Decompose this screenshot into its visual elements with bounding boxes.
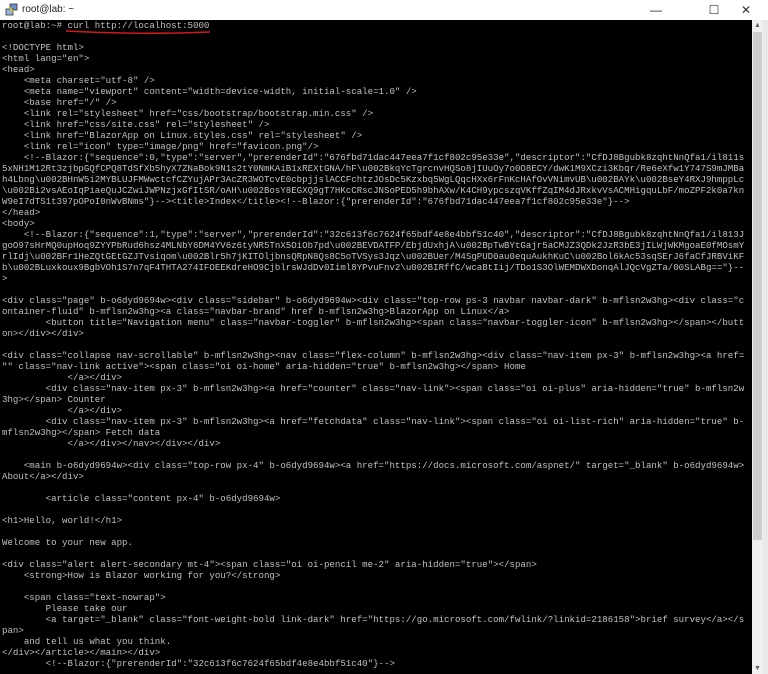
terminal-line: <main b-o6dyd9694w><div class="top-row p… [2, 460, 745, 471]
terminal-line: <link rel="stylesheet" href="css/bootstr… [2, 108, 374, 119]
terminal-line: <div class="page" b-o6dyd9694w><div clas… [2, 295, 745, 306]
terminal-line: goO97sHrMQ0upHoq9ZYYPbRud6hsz4MLNbY6DM4Y… [2, 240, 745, 251]
terminal-line: 3hg></span> Counter [2, 394, 106, 405]
terminal-output[interactable]: root@lab:~# curl http://localhost:5000 <!… [0, 20, 752, 674]
command-prompt-line: root@lab:~# curl http://localhost:5000 [2, 20, 210, 31]
terminal-line: <strong>How is Blazor working for you?</… [2, 570, 281, 581]
terminal-line: b\u002BLuxkoux9BgbVOh1S7n7qF4THTA274IFOE… [2, 262, 745, 273]
terminal-line: 5xNH1M12Rt3zjbpGQfCPQ8TdSfXb5hyX7ZNaBok9… [2, 163, 745, 174]
terminal-line: </a></div> [2, 372, 123, 383]
putty-icon [5, 3, 18, 16]
terminal-line: <link rel="icon" type="image/png" href="… [2, 141, 319, 152]
terminal-line: <html lang="en"> [2, 53, 90, 64]
terminal-line: h4Lbng\u002BHnW5i2MYBLUJFMWwctcfCZYujAPr… [2, 174, 745, 185]
terminal-line: > [2, 273, 8, 284]
terminal-line: <article class="content px-4" b-o6dyd969… [2, 493, 281, 504]
terminal-line: <link href="css/site.css" rel="styleshee… [2, 119, 270, 130]
scroll-up-arrow-icon[interactable]: ▲ [752, 20, 763, 31]
terminal-line: <!--Blazor:{"prerenderId":"32c613f6c7624… [2, 658, 395, 669]
terminal-line: "" class="nav-link active"><span class="… [2, 361, 526, 372]
terminal-line: mflsn2w3hg></span> Fetch data [2, 427, 161, 438]
terminal-line: <meta charset="utf-8" /> [2, 75, 155, 86]
terminal-line: <!--Blazor:{"sequence":1,"type":"server"… [2, 229, 745, 240]
terminal-line: <button title="Navigation menu" class="n… [2, 317, 745, 328]
terminal-line: <link href="BlazorApp on Linux.styles.cs… [2, 130, 363, 141]
terminal-line: <a target="_blank" class="font-weight-bo… [2, 614, 745, 625]
terminal-line: </div></article></main></div> [2, 647, 161, 658]
terminal-line: </head> [2, 207, 41, 218]
scroll-down-arrow-icon[interactable]: ▼ [752, 663, 763, 674]
terminal-line: <div class="nav-item px-3" b-mflsn2w3hg>… [2, 416, 745, 427]
vertical-scrollbar[interactable]: ▲ ▼ [752, 20, 763, 674]
terminal-line: W9eI7dTS1t397pOPoI0nWvBNms"}--><title>In… [2, 196, 630, 207]
terminal-lines: root@lab:~# curl http://localhost:5000 <!… [2, 20, 744, 669]
terminal-line: on></div></div> [2, 328, 84, 339]
terminal-line: <h1>Hello, world!</h1> [2, 515, 123, 526]
close-button[interactable]: ✕ [724, 0, 768, 20]
terminal-line: </a></div></nav></div></div> [2, 438, 221, 449]
terminal-line: <!DOCTYPE html> [2, 42, 84, 53]
terminal-line: pan> [2, 625, 24, 636]
terminal-line: <base href="/" /> [2, 97, 117, 108]
terminal-line: rlIdj\u002BFr1HeZQtGEtGZJTvsiqom\u002Blr… [2, 251, 745, 262]
terminal-line: \u002Bi2vsAEoIqPiaeQuJCZwiJWPNzjxGfItSR/… [2, 185, 745, 196]
window-title: root@lab: ~ [22, 4, 75, 15]
terminal-line: Welcome to your new app. [2, 537, 133, 548]
terminal-line: About</a></div> [2, 471, 84, 482]
window-titlebar[interactable]: root@lab: ~ — ☐ ✕ [0, 0, 768, 20]
terminal-line: <div class="alert alert-secondary mt-4">… [2, 559, 537, 570]
terminal-line: <head> [2, 64, 35, 75]
terminal-line: <body> [2, 218, 35, 229]
terminal-line: <div class="collapse nav-scrollable" b-m… [2, 350, 745, 361]
terminal-line: <meta name="viewport" content="width=dev… [2, 86, 417, 97]
terminal-line: <!--Blazor:{"sequence":0,"type":"server"… [2, 152, 745, 163]
terminal-line: ontainer-fluid" b-mflsn2w3hg><a class="n… [2, 306, 510, 317]
terminal-line: </a></div> [2, 405, 123, 416]
terminal-line: and tell us what you think. [2, 636, 172, 647]
terminal-line: Please take our [2, 603, 128, 614]
background-window-edge [763, 20, 768, 674]
scrollbar-thumb[interactable] [753, 32, 762, 540]
terminal-line: <div class="nav-item px-3" b-mflsn2w3hg>… [2, 383, 745, 394]
minimize-button[interactable]: — [634, 0, 678, 20]
terminal-line: <span class="text-nowrap"> [2, 592, 166, 603]
